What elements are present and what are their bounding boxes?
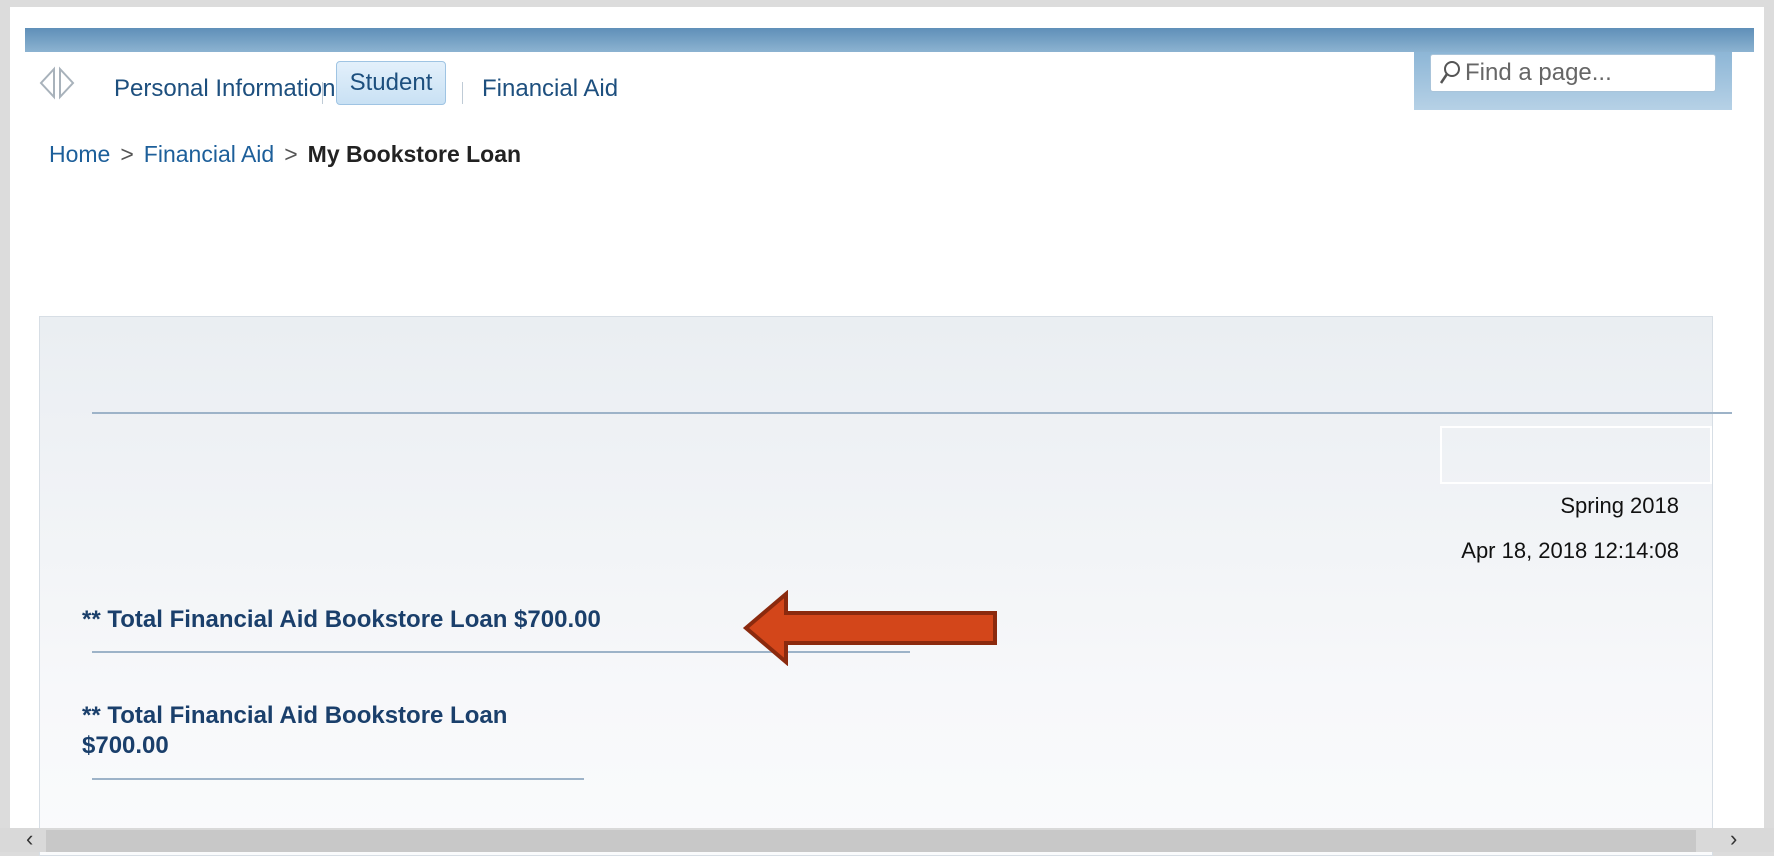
content-panel	[39, 316, 1713, 856]
breadcrumb-financial-aid[interactable]: Financial Aid	[144, 141, 274, 167]
divider	[92, 412, 1732, 414]
red-arrow-annotation	[742, 590, 997, 666]
tab-financial-aid[interactable]: Financial Aid	[482, 74, 618, 104]
history-nav	[38, 65, 76, 101]
horizontal-scrollbar[interactable]	[0, 828, 1774, 852]
scroll-right-icon[interactable]: ›	[1730, 826, 1737, 852]
loan-total-line: ** Total Financial Aid Bookstore Loan $7…	[82, 606, 601, 633]
loan-total-line-wrapped: ** Total Financial Aid Bookstore Loan $7…	[82, 702, 508, 759]
forward-arrow-icon[interactable]	[58, 65, 76, 101]
back-arrow-icon[interactable]	[38, 65, 56, 101]
divider	[92, 778, 584, 780]
breadcrumb: Home > Financial Aid > My Bookstore Loan	[49, 141, 521, 168]
timestamp: Apr 18, 2018 12:14:08	[1461, 538, 1679, 563]
term-label: Spring 2018	[1560, 493, 1679, 518]
header-band	[25, 28, 1754, 52]
nav-separator	[322, 82, 323, 104]
search-icon	[1439, 61, 1460, 84]
breadcrumb-separator: >	[120, 141, 134, 167]
breadcrumb-separator: >	[284, 141, 298, 167]
search-input[interactable]: Find a page...	[1430, 54, 1716, 92]
search-placeholder: Find a page...	[1465, 59, 1612, 86]
scrollbar-thumb[interactable]	[46, 830, 1696, 852]
tab-personal-information[interactable]: Personal Information	[114, 74, 335, 104]
scroll-left-icon[interactable]: ‹	[26, 826, 33, 852]
breadcrumb-current: My Bookstore Loan	[307, 141, 522, 167]
nav-separator	[462, 82, 463, 104]
empty-box	[1440, 426, 1712, 484]
tab-student[interactable]: Student	[336, 61, 446, 105]
breadcrumb-home[interactable]: Home	[49, 141, 110, 167]
